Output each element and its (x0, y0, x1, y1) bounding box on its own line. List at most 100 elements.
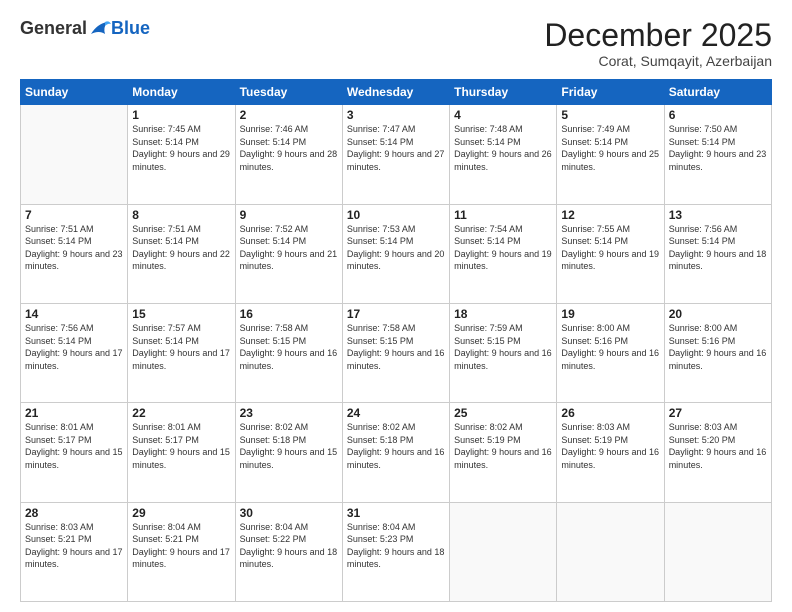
calendar-cell (450, 502, 557, 601)
calendar-cell: 16Sunrise: 7:58 AMSunset: 5:15 PMDayligh… (235, 303, 342, 402)
calendar-week-4: 21Sunrise: 8:01 AMSunset: 5:17 PMDayligh… (21, 403, 772, 502)
day-number: 11 (454, 208, 552, 222)
day-info: Sunrise: 8:02 AMSunset: 5:18 PMDaylight:… (347, 421, 445, 471)
day-number: 14 (25, 307, 123, 321)
calendar-cell: 27Sunrise: 8:03 AMSunset: 5:20 PMDayligh… (664, 403, 771, 502)
day-info: Sunrise: 8:02 AMSunset: 5:18 PMDaylight:… (240, 421, 338, 471)
day-number: 26 (561, 406, 659, 420)
day-info: Sunrise: 7:58 AMSunset: 5:15 PMDaylight:… (347, 322, 445, 372)
calendar-cell (664, 502, 771, 601)
logo: General Blue (20, 18, 150, 39)
calendar-week-2: 7Sunrise: 7:51 AMSunset: 5:14 PMDaylight… (21, 204, 772, 303)
calendar-cell (557, 502, 664, 601)
calendar-header-friday: Friday (557, 80, 664, 105)
calendar-cell: 30Sunrise: 8:04 AMSunset: 5:22 PMDayligh… (235, 502, 342, 601)
day-number: 24 (347, 406, 445, 420)
day-info: Sunrise: 7:51 AMSunset: 5:14 PMDaylight:… (25, 223, 123, 273)
day-info: Sunrise: 7:56 AMSunset: 5:14 PMDaylight:… (25, 322, 123, 372)
calendar-cell: 19Sunrise: 8:00 AMSunset: 5:16 PMDayligh… (557, 303, 664, 402)
calendar-header-row: SundayMondayTuesdayWednesdayThursdayFrid… (21, 80, 772, 105)
day-info: Sunrise: 7:47 AMSunset: 5:14 PMDaylight:… (347, 123, 445, 173)
logo-blue-text: Blue (111, 18, 150, 39)
day-number: 5 (561, 108, 659, 122)
day-info: Sunrise: 7:57 AMSunset: 5:14 PMDaylight:… (132, 322, 230, 372)
day-number: 30 (240, 506, 338, 520)
day-number: 22 (132, 406, 230, 420)
calendar-week-5: 28Sunrise: 8:03 AMSunset: 5:21 PMDayligh… (21, 502, 772, 601)
calendar-cell: 8Sunrise: 7:51 AMSunset: 5:14 PMDaylight… (128, 204, 235, 303)
day-info: Sunrise: 8:00 AMSunset: 5:16 PMDaylight:… (669, 322, 767, 372)
calendar-cell: 12Sunrise: 7:55 AMSunset: 5:14 PMDayligh… (557, 204, 664, 303)
day-info: Sunrise: 8:04 AMSunset: 5:21 PMDaylight:… (132, 521, 230, 571)
logo-bird-icon (89, 20, 111, 38)
calendar-cell: 4Sunrise: 7:48 AMSunset: 5:14 PMDaylight… (450, 105, 557, 204)
calendar-header-saturday: Saturday (664, 80, 771, 105)
calendar-cell (21, 105, 128, 204)
calendar-cell: 5Sunrise: 7:49 AMSunset: 5:14 PMDaylight… (557, 105, 664, 204)
day-number: 19 (561, 307, 659, 321)
calendar-cell: 17Sunrise: 7:58 AMSunset: 5:15 PMDayligh… (342, 303, 449, 402)
calendar-cell: 6Sunrise: 7:50 AMSunset: 5:14 PMDaylight… (664, 105, 771, 204)
calendar-cell: 15Sunrise: 7:57 AMSunset: 5:14 PMDayligh… (128, 303, 235, 402)
day-info: Sunrise: 8:01 AMSunset: 5:17 PMDaylight:… (132, 421, 230, 471)
day-info: Sunrise: 7:51 AMSunset: 5:14 PMDaylight:… (132, 223, 230, 273)
day-number: 13 (669, 208, 767, 222)
calendar-cell: 3Sunrise: 7:47 AMSunset: 5:14 PMDaylight… (342, 105, 449, 204)
day-info: Sunrise: 7:50 AMSunset: 5:14 PMDaylight:… (669, 123, 767, 173)
calendar-cell: 10Sunrise: 7:53 AMSunset: 5:14 PMDayligh… (342, 204, 449, 303)
day-number: 10 (347, 208, 445, 222)
page: General Blue December 2025 Corat, Sumqay… (0, 0, 792, 612)
title-area: December 2025 Corat, Sumqayit, Azerbaija… (544, 18, 772, 69)
calendar-cell: 31Sunrise: 8:04 AMSunset: 5:23 PMDayligh… (342, 502, 449, 601)
day-number: 17 (347, 307, 445, 321)
calendar-cell: 28Sunrise: 8:03 AMSunset: 5:21 PMDayligh… (21, 502, 128, 601)
calendar-cell: 2Sunrise: 7:46 AMSunset: 5:14 PMDaylight… (235, 105, 342, 204)
day-number: 15 (132, 307, 230, 321)
day-number: 27 (669, 406, 767, 420)
calendar-header-wednesday: Wednesday (342, 80, 449, 105)
calendar-cell: 29Sunrise: 8:04 AMSunset: 5:21 PMDayligh… (128, 502, 235, 601)
day-number: 18 (454, 307, 552, 321)
day-number: 12 (561, 208, 659, 222)
day-info: Sunrise: 7:58 AMSunset: 5:15 PMDaylight:… (240, 322, 338, 372)
day-info: Sunrise: 8:02 AMSunset: 5:19 PMDaylight:… (454, 421, 552, 471)
day-number: 2 (240, 108, 338, 122)
calendar-header-tuesday: Tuesday (235, 80, 342, 105)
calendar-cell: 25Sunrise: 8:02 AMSunset: 5:19 PMDayligh… (450, 403, 557, 502)
calendar-cell: 26Sunrise: 8:03 AMSunset: 5:19 PMDayligh… (557, 403, 664, 502)
day-number: 6 (669, 108, 767, 122)
day-number: 7 (25, 208, 123, 222)
calendar-cell: 7Sunrise: 7:51 AMSunset: 5:14 PMDaylight… (21, 204, 128, 303)
calendar-table: SundayMondayTuesdayWednesdayThursdayFrid… (20, 79, 772, 602)
day-info: Sunrise: 7:52 AMSunset: 5:14 PMDaylight:… (240, 223, 338, 273)
day-info: Sunrise: 8:03 AMSunset: 5:20 PMDaylight:… (669, 421, 767, 471)
day-info: Sunrise: 8:03 AMSunset: 5:19 PMDaylight:… (561, 421, 659, 471)
day-number: 29 (132, 506, 230, 520)
header: General Blue December 2025 Corat, Sumqay… (20, 18, 772, 69)
calendar-cell: 22Sunrise: 8:01 AMSunset: 5:17 PMDayligh… (128, 403, 235, 502)
calendar-cell: 21Sunrise: 8:01 AMSunset: 5:17 PMDayligh… (21, 403, 128, 502)
day-info: Sunrise: 7:56 AMSunset: 5:14 PMDaylight:… (669, 223, 767, 273)
month-title: December 2025 (544, 18, 772, 53)
day-number: 1 (132, 108, 230, 122)
calendar-cell: 1Sunrise: 7:45 AMSunset: 5:14 PMDaylight… (128, 105, 235, 204)
day-number: 4 (454, 108, 552, 122)
day-info: Sunrise: 8:01 AMSunset: 5:17 PMDaylight:… (25, 421, 123, 471)
day-number: 20 (669, 307, 767, 321)
calendar-cell: 20Sunrise: 8:00 AMSunset: 5:16 PMDayligh… (664, 303, 771, 402)
logo-general-text: General (20, 18, 87, 39)
calendar-header-monday: Monday (128, 80, 235, 105)
day-number: 16 (240, 307, 338, 321)
calendar-week-1: 1Sunrise: 7:45 AMSunset: 5:14 PMDaylight… (21, 105, 772, 204)
day-number: 9 (240, 208, 338, 222)
day-number: 3 (347, 108, 445, 122)
day-info: Sunrise: 8:04 AMSunset: 5:22 PMDaylight:… (240, 521, 338, 571)
calendar-cell: 14Sunrise: 7:56 AMSunset: 5:14 PMDayligh… (21, 303, 128, 402)
calendar-week-3: 14Sunrise: 7:56 AMSunset: 5:14 PMDayligh… (21, 303, 772, 402)
day-info: Sunrise: 8:04 AMSunset: 5:23 PMDaylight:… (347, 521, 445, 571)
day-number: 25 (454, 406, 552, 420)
calendar-header-thursday: Thursday (450, 80, 557, 105)
calendar-cell: 11Sunrise: 7:54 AMSunset: 5:14 PMDayligh… (450, 204, 557, 303)
day-info: Sunrise: 7:54 AMSunset: 5:14 PMDaylight:… (454, 223, 552, 273)
calendar-cell: 18Sunrise: 7:59 AMSunset: 5:15 PMDayligh… (450, 303, 557, 402)
